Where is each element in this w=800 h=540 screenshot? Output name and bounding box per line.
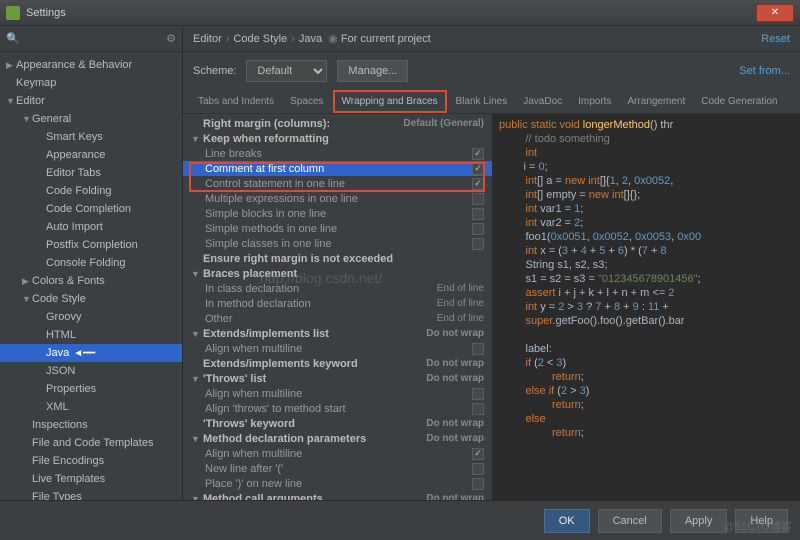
checkbox[interactable]	[472, 178, 484, 190]
checkbox[interactable]	[472, 448, 484, 460]
sidebar-item-auto-import[interactable]: Auto Import	[0, 218, 182, 236]
sidebar-item-file-types[interactable]: File Types	[0, 488, 182, 500]
tab-code-generation[interactable]: Code Generation	[694, 92, 784, 111]
tab-arrangement[interactable]: Arrangement	[620, 92, 692, 111]
reset-link[interactable]: Reset	[761, 33, 790, 45]
ok-button[interactable]: OK	[544, 509, 590, 533]
scope-label: ◉ For current project	[328, 32, 431, 45]
close-button[interactable]: ✕	[756, 4, 794, 22]
opt--throws-list[interactable]: ▼'Throws' listDo not wrap	[183, 371, 492, 386]
opt-place-on-new-line[interactable]: Place ')' on new line	[183, 476, 492, 491]
opt-align-throws-to-method-start[interactable]: Align 'throws' to method start	[183, 401, 492, 416]
checkbox[interactable]	[472, 238, 484, 250]
opt-extends-implements-keyword[interactable]: Extends/implements keywordDo not wrap	[183, 356, 492, 371]
checkbox[interactable]	[472, 403, 484, 415]
opt-braces-placement[interactable]: ▼Braces placement	[183, 266, 492, 281]
crumb-1[interactable]: Code Style	[233, 33, 287, 45]
sidebar-item-keymap[interactable]: Keymap	[0, 74, 182, 92]
sidebar-item-xml[interactable]: XML	[0, 398, 182, 416]
sidebar-item-code-style[interactable]: ▼Code Style	[0, 290, 182, 308]
checkbox[interactable]	[472, 193, 484, 205]
checkbox[interactable]	[472, 208, 484, 220]
opt-align-when-multiline[interactable]: Align when multiline	[183, 386, 492, 401]
search-icon: 🔍	[6, 32, 20, 45]
checkbox[interactable]	[472, 388, 484, 400]
opt-simple-methods-in-one-line[interactable]: Simple methods in one line	[183, 221, 492, 236]
opt-ensure-right-margin-is-not-exceeded[interactable]: Ensure right margin is not exceeded	[183, 251, 492, 266]
gear-icon[interactable]: ⚙	[166, 32, 176, 45]
opt-extends-implements-list[interactable]: ▼Extends/implements listDo not wrap	[183, 326, 492, 341]
code-preview: public static void longerMethod() thr //…	[493, 114, 800, 500]
opt-in-class-declaration[interactable]: In class declarationEnd of line	[183, 281, 492, 296]
checkbox[interactable]	[472, 463, 484, 475]
checkbox[interactable]	[472, 163, 484, 175]
sidebar-item-properties[interactable]: Properties	[0, 380, 182, 398]
sidebar-item-postfix-completion[interactable]: Postfix Completion	[0, 236, 182, 254]
tab-tabs-and-indents[interactable]: Tabs and Indents	[191, 92, 281, 111]
sidebar-item-console-folding[interactable]: Console Folding	[0, 254, 182, 272]
sidebar-item-json[interactable]: JSON	[0, 362, 182, 380]
tab-javadoc[interactable]: JavaDoc	[516, 92, 569, 111]
opt-keep-when-reformatting[interactable]: ▼Keep when reformatting	[183, 131, 492, 146]
sidebar-item-java[interactable]: Java◄━━	[0, 344, 182, 362]
opt-align-when-multiline[interactable]: Align when multiline	[183, 341, 492, 356]
scheme-label: Scheme:	[193, 65, 236, 77]
sidebar-item-live-templates[interactable]: Live Templates	[0, 470, 182, 488]
window-title: Settings	[26, 7, 756, 19]
opt-new-line-after-[interactable]: New line after '('	[183, 461, 492, 476]
opt-control-statement-in-one-line[interactable]: Control statement in one line	[183, 176, 492, 191]
checkbox[interactable]	[472, 478, 484, 490]
tab-wrapping-and-braces[interactable]: Wrapping and Braces	[333, 90, 447, 113]
opt-method-call-arguments[interactable]: ▼Method call argumentsDo not wrap	[183, 491, 492, 500]
sidebar-item-code-folding[interactable]: Code Folding	[0, 182, 182, 200]
tab-spaces[interactable]: Spaces	[283, 92, 330, 111]
sidebar-item-appearance-behavior[interactable]: ▶Appearance & Behavior	[0, 56, 182, 74]
sidebar-item-general[interactable]: ▼General	[0, 110, 182, 128]
set-from-link[interactable]: Set from...	[739, 65, 790, 77]
sidebar-item-editor[interactable]: ▼Editor	[0, 92, 182, 110]
opt-method-declaration-parameters[interactable]: ▼Method declaration parametersDo not wra…	[183, 431, 492, 446]
sidebar-item-appearance[interactable]: Appearance	[0, 146, 182, 164]
opt-align-when-multiline[interactable]: Align when multiline	[183, 446, 492, 461]
sidebar-item-smart-keys[interactable]: Smart Keys	[0, 128, 182, 146]
opt-comment-at-first-column[interactable]: Comment at first column	[183, 161, 492, 176]
sidebar-item-editor-tabs[interactable]: Editor Tabs	[0, 164, 182, 182]
checkbox[interactable]	[472, 148, 484, 160]
opt-in-method-declaration[interactable]: In method declarationEnd of line	[183, 296, 492, 311]
apply-button[interactable]: Apply	[670, 509, 728, 533]
tab-imports[interactable]: Imports	[571, 92, 618, 111]
opt-other[interactable]: OtherEnd of line	[183, 311, 492, 326]
scheme-select[interactable]: Default	[246, 60, 327, 82]
tab-blank-lines[interactable]: Blank Lines	[449, 92, 515, 111]
opt--throws-keyword[interactable]: 'Throws' keywordDo not wrap	[183, 416, 492, 431]
sidebar-item-file-and-code-templates[interactable]: File and Code Templates	[0, 434, 182, 452]
sidebar-item-code-completion[interactable]: Code Completion	[0, 200, 182, 218]
opt-simple-blocks-in-one-line[interactable]: Simple blocks in one line	[183, 206, 492, 221]
cancel-button[interactable]: Cancel	[598, 509, 662, 533]
crumb-0[interactable]: Editor	[193, 33, 222, 45]
manage-button[interactable]: Manage...	[337, 60, 408, 82]
opt-simple-classes-in-one-line[interactable]: Simple classes in one line	[183, 236, 492, 251]
checkbox[interactable]	[472, 343, 484, 355]
crumb-2[interactable]: Java	[299, 33, 322, 45]
sidebar-item-colors-fonts[interactable]: ▶Colors & Fonts	[0, 272, 182, 290]
sidebar-item-groovy[interactable]: Groovy	[0, 308, 182, 326]
sidebar-item-file-encodings[interactable]: File Encodings	[0, 452, 182, 470]
sidebar-item-inspections[interactable]: Inspections	[0, 416, 182, 434]
checkbox[interactable]	[472, 223, 484, 235]
opt-line-breaks[interactable]: Line breaks	[183, 146, 492, 161]
app-icon	[6, 6, 20, 20]
sidebar-item-html[interactable]: HTML	[0, 326, 182, 344]
watermark2: @51CTO博客	[724, 518, 792, 534]
opt-right-margin-columns-[interactable]: Right margin (columns):Default (General)	[183, 116, 492, 131]
opt-multiple-expressions-in-one-line[interactable]: Multiple expressions in one line	[183, 191, 492, 206]
